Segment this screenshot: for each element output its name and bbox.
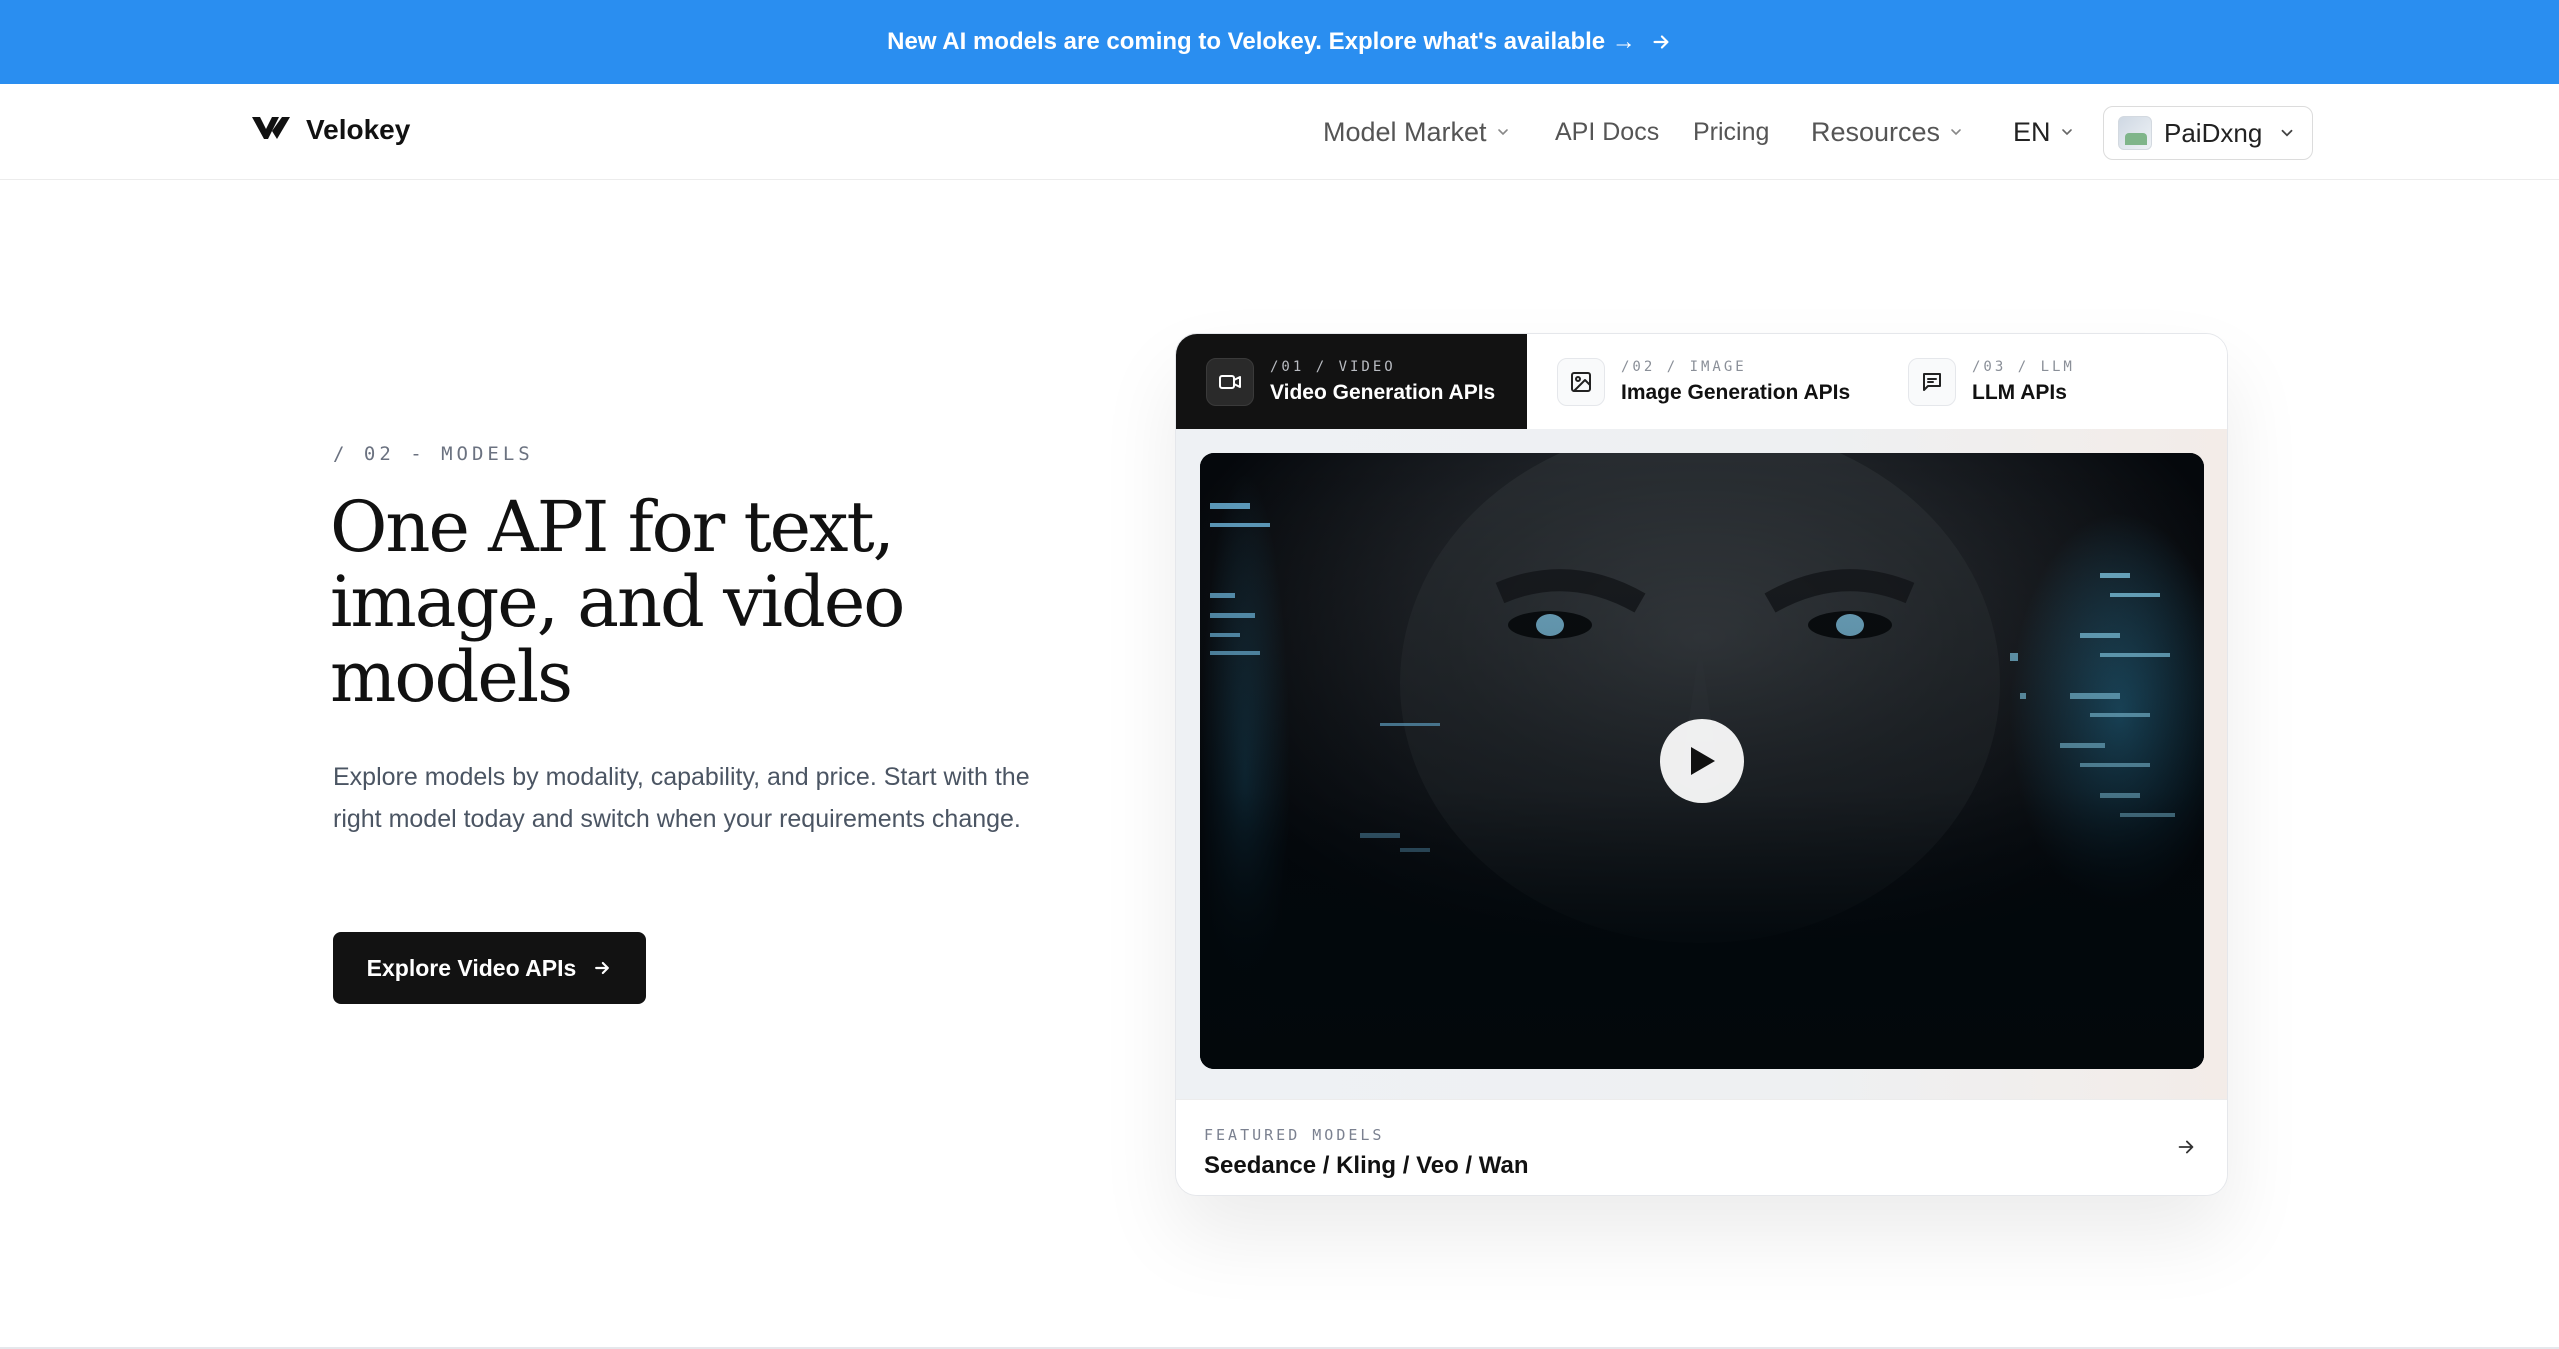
play-button[interactable] bbox=[1660, 719, 1744, 803]
nav-api-docs-label: API Docs bbox=[1555, 117, 1660, 146]
video-preview[interactable] bbox=[1200, 453, 2204, 1069]
brand-logo[interactable]: Velokey bbox=[252, 114, 410, 146]
arrow-right-icon bbox=[592, 958, 612, 978]
user-menu-button[interactable]: PaiDxng bbox=[2103, 106, 2313, 160]
avatar bbox=[2118, 116, 2152, 150]
tab-kicker: /02 / IMAGE bbox=[1621, 358, 1747, 375]
chevron-down-icon bbox=[2059, 124, 2075, 140]
nav-pricing[interactable]: Pricing bbox=[1693, 84, 1769, 180]
media-backdrop bbox=[1176, 429, 2227, 1099]
banner-text: New AI models are coming to Velokey. Exp… bbox=[887, 28, 1636, 55]
user-name: PaiDxng bbox=[2164, 117, 2263, 148]
chevron-down-icon bbox=[1495, 124, 1511, 140]
showcase-card: /01 / VIDEO Video Generation APIs /02 / … bbox=[1175, 333, 2228, 1196]
featured-models-list: Seedance / Kling / Veo / Wan bbox=[1204, 1152, 1529, 1179]
site-header: Velokey Model Market API Docs Pricing Re… bbox=[0, 84, 2559, 180]
play-icon bbox=[1691, 747, 1715, 775]
nav-model-market-label: Model Market bbox=[1323, 116, 1487, 147]
tab-label: Video Generation APIs bbox=[1270, 380, 1496, 404]
hero-title: One API for text, image, and video model… bbox=[330, 490, 1030, 715]
tab-llm[interactable]: /03 / LLM LLM APIs bbox=[1878, 334, 2227, 429]
chevron-down-icon bbox=[2278, 124, 2296, 142]
arrow-right-icon bbox=[1650, 31, 1672, 53]
chevron-down-icon bbox=[1948, 124, 1964, 140]
nav-api-docs[interactable]: API Docs bbox=[1555, 84, 1659, 180]
chat-icon bbox=[1908, 357, 1956, 406]
section-eyebrow: / 02 - MODELS bbox=[333, 443, 534, 465]
arrow-right-icon bbox=[2175, 1136, 2197, 1163]
hero-title-line: models bbox=[330, 636, 573, 718]
cta-label: Explore Video APIs bbox=[366, 954, 577, 981]
velokey-logo-icon bbox=[252, 115, 290, 146]
hero-title-line: image, and video bbox=[330, 561, 905, 643]
featured-kicker: FEATURED MODELS bbox=[1204, 1126, 1385, 1144]
explore-video-apis-button[interactable]: Explore Video APIs bbox=[333, 932, 646, 1004]
tab-label: Image Generation APIs bbox=[1621, 380, 1851, 404]
video-camera-icon bbox=[1206, 357, 1254, 406]
hero-title-line: One API for text, bbox=[330, 486, 895, 568]
language-label: EN bbox=[2013, 116, 2051, 147]
nav-resources-label: Resources bbox=[1811, 116, 1941, 147]
tab-kicker: /01 / VIDEO bbox=[1270, 358, 1396, 375]
tab-kicker: /03 / LLM bbox=[1972, 358, 2075, 375]
nav-model-market[interactable]: Model Market bbox=[1323, 84, 1511, 180]
brand-name: Velokey bbox=[306, 114, 411, 145]
featured-models-link[interactable]: FEATURED MODELS Seedance / Kling / Veo /… bbox=[1176, 1099, 2227, 1195]
announcement-banner[interactable]: New AI models are coming to Velokey. Exp… bbox=[0, 0, 2559, 84]
tab-label: LLM APIs bbox=[1972, 380, 2067, 404]
tab-image[interactable]: /02 / IMAGE Image Generation APIs bbox=[1527, 334, 1878, 429]
hero-description: Explore models by modality, capability, … bbox=[333, 763, 1030, 833]
tab-video[interactable]: /01 / VIDEO Video Generation APIs bbox=[1176, 334, 1527, 429]
modality-tabs: /01 / VIDEO Video Generation APIs /02 / … bbox=[1176, 334, 2227, 429]
nav-resources[interactable]: Resources bbox=[1811, 84, 1964, 180]
image-icon bbox=[1557, 357, 1605, 406]
language-selector[interactable]: EN bbox=[2013, 84, 2075, 180]
nav-pricing-label: Pricing bbox=[1693, 117, 1770, 146]
